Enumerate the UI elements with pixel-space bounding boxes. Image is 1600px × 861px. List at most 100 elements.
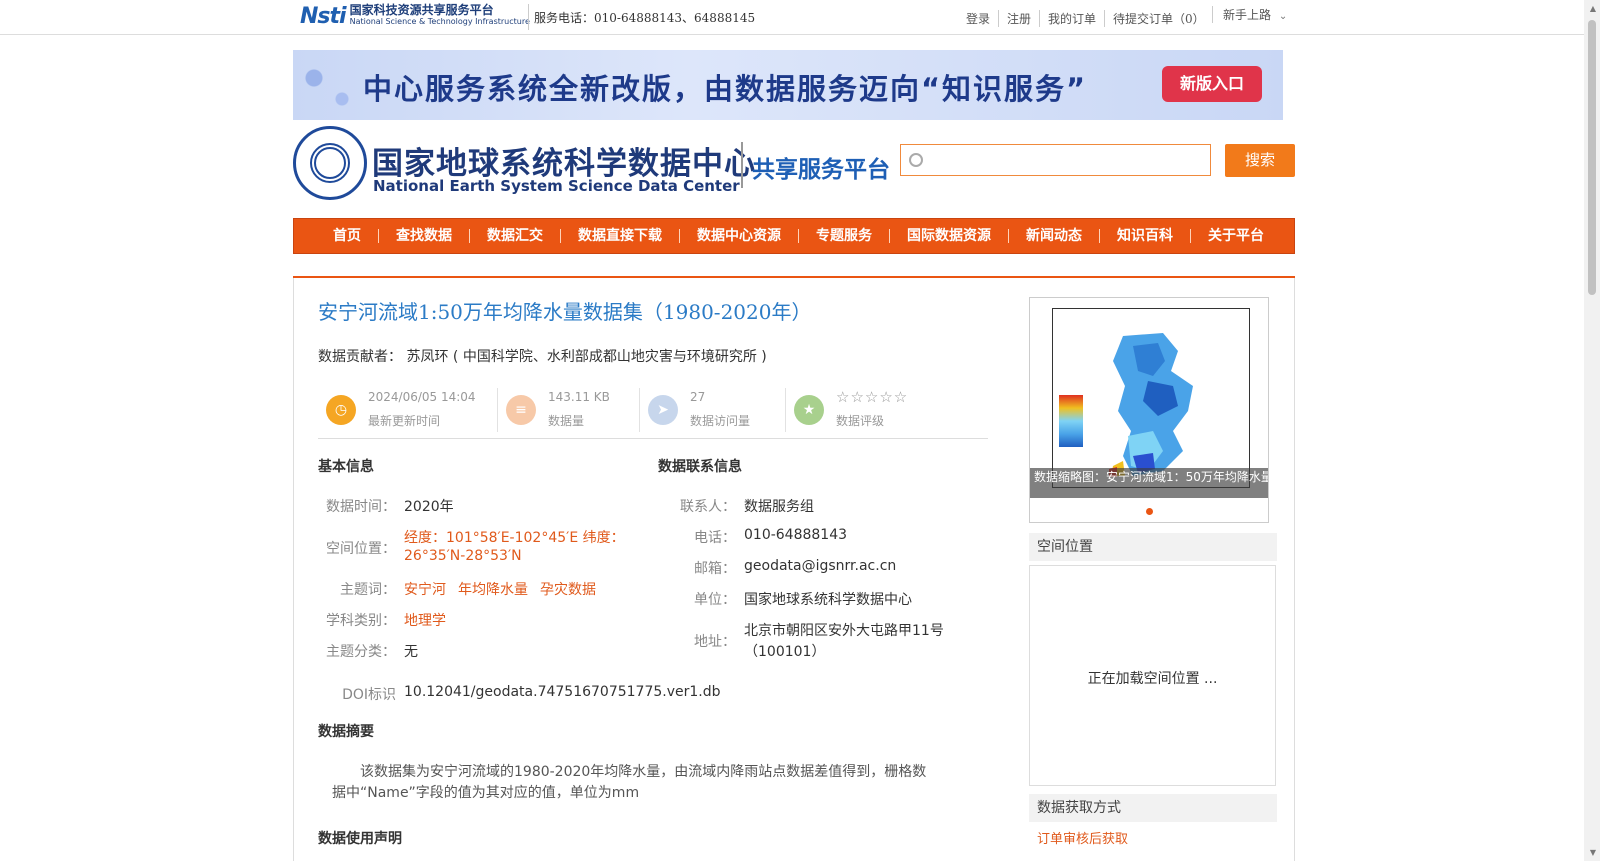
abstract-text: 该数据集为安宁河流域的1980-2020年均降水量，由流域内降雨站点数据差值得到… [332,764,927,801]
discipline-label: 学科类别： [326,613,396,629]
contact-email-label: 邮箱： [694,561,736,577]
pending-orders-link[interactable]: 待提交订单（0） [1104,10,1213,27]
dataset-title: 安宁河流域1:50万年均降水量数据集（1980-2020年） [318,300,812,324]
nsti-logo-mark: Nsti [300,3,347,29]
nsti-logo-en: National Science & Technology Infrastruc… [349,17,530,26]
nav-center-resources[interactable]: 数据中心资源 [679,229,798,243]
register-link[interactable]: 注册 [998,10,1039,27]
map-loading-text: 正在加载空间位置 ... [1087,671,1218,687]
field-contact-email: 邮箱： geodata@igsnrr.ac.cn [658,558,988,578]
page-scrollbar[interactable]: ▲ ▼ [1584,0,1600,861]
keyword-link[interactable]: 安宁河 [404,582,446,598]
basin-precipitation-image [1109,333,1193,477]
nsti-logo[interactable]: Nsti 国家科技资源共享服务平台 National Science & Tec… [300,2,530,30]
doi-label: DOI标识 [342,687,396,703]
rating-stars[interactable]: ☆☆☆☆☆ [836,388,908,406]
contact-unit-label: 单位： [694,592,736,608]
login-link[interactable]: 登录 [958,10,998,27]
newbie-guide-menu[interactable]: 新手上路 ⌄ [1212,6,1287,23]
doi-value[interactable]: 10.12041/geodata.74751670751775.ver1.db [404,684,721,700]
keywords-label: 主题词： [340,582,396,598]
thumbnail-carousel[interactable]: 数据缩略图：安宁河流域1：50万年均降水量数据… [1029,297,1269,523]
stat-visits-label: 数据访问量 [690,414,751,428]
keywords-list: 安宁河 年均降水量 孕灾数据 [404,579,608,599]
data-time-label: 数据时间： [326,499,396,515]
nav-about[interactable]: 关于平台 [1190,229,1281,243]
contact-email-value[interactable]: geodata@igsnrr.ac.cn [744,558,896,574]
nav-special-services[interactable]: 专题服务 [798,229,889,243]
spatial-location-label: 空间位置： [326,541,396,557]
stat-size: ≡ 143.11 KB 数据量 [498,386,640,432]
spatial-location-value-1: 经度：101°58′E-102°45′E 纬度： [404,530,625,546]
announcement-banner[interactable]: 中心服务系统全新改版，由数据服务迈向“知识服务” 新版入口 [293,50,1283,120]
contact-unit-value: 国家地球系统科学数据中心 [744,592,912,608]
new-version-button[interactable]: 新版入口 [1162,66,1262,102]
scroll-down-icon[interactable]: ▼ [1590,848,1596,857]
nsti-logo-text: 国家科技资源共享服务平台 National Science & Technolo… [350,4,530,28]
contributor-value: 苏凤环 ( 中国科学院、水利部成都山地灾害与环境研究所 ) [406,349,767,365]
cursor-icon: ➤ [648,395,678,425]
star-icon: ★ [794,395,824,425]
data-time-value: 2020年 [404,499,454,515]
nav-international-resources[interactable]: 国际数据资源 [889,229,1008,243]
spatial-map[interactable]: 正在加载空间位置 ... [1029,565,1276,786]
clock-icon: ◷ [326,395,356,425]
center-emblem-logo[interactable] [293,126,367,200]
search-button[interactable]: 搜索 [1225,144,1295,177]
field-spatial-location: 空间位置： 经度：101°58′E-102°45′E 纬度： 26°35′N-2… [318,527,638,571]
contact-person-label: 联系人： [680,499,736,515]
stat-rating: ★ ☆☆☆☆☆ 数据评级 [786,386,986,432]
field-discipline: 学科类别： 地理学 [318,610,638,630]
search-box [900,144,1211,176]
nav-home[interactable]: 首页 [316,229,378,243]
platform-name: 共享服务平台 [752,157,890,183]
center-name-en: National Earth System Science Data Cente… [373,177,740,195]
spatial-location-heading: 空间位置 [1029,533,1277,561]
nav-direct-download[interactable]: 数据直接下载 [560,229,679,243]
abstract-heading: 数据摘要 [318,724,374,740]
search-input[interactable] [927,147,1209,175]
stat-visits: ➤ 27 数据访问量 [640,386,786,432]
stat-updated-value: 2024/06/05 14:04 [368,390,476,404]
keyword-link[interactable]: 年均降水量 [458,582,528,598]
contact-phone-value: 010-64888143 [744,527,848,543]
stat-visits-value: 27 [690,390,706,404]
contact-phone-label: 电话： [694,530,736,546]
field-category: 主题分类： 无 [318,641,638,661]
contact-person-value: 数据服务组 [744,499,814,515]
usage-heading: 数据使用声明 [318,831,402,847]
content-top-border [293,276,1295,278]
order-review-link[interactable]: 订单审核后获取 [1037,828,1128,847]
basic-info-heading: 基本信息 [318,459,374,475]
contact-info-heading: 数据联系信息 [658,459,742,475]
category-label: 主题分类： [326,644,396,660]
top-bar: Nsti 国家科技资源共享服务平台 National Science & Tec… [0,0,1584,35]
field-data-time: 数据时间： 2020年 [318,496,638,516]
user-links: 登录 注册 我的订单 待提交订单（0） [958,10,1213,27]
nav-news[interactable]: 新闻动态 [1008,229,1099,243]
field-contact-person: 联系人： 数据服务组 [658,496,988,516]
field-contact-address: 地址： 北京市朝阳区安外大屯路甲11号 （100101） [658,620,988,664]
contact-address-value-1: 北京市朝阳区安外大屯路甲11号 [744,623,944,639]
contact-address-label: 地址： [694,634,736,650]
stat-updated-label: 最新更新时间 [368,414,441,428]
newbie-guide-label: 新手上路 [1223,8,1272,22]
keyword-link[interactable]: 孕灾数据 [540,582,596,598]
spatial-location-value-2: 26°35′N-28°53′N [404,548,522,564]
nav-knowledge[interactable]: 知识百科 [1099,229,1190,243]
content-frame-left [293,278,294,861]
main-nav: 首页 查找数据 数据汇交 数据直接下载 数据中心资源 专题服务 国际数据资源 新… [293,218,1295,254]
nav-find-data[interactable]: 查找数据 [378,229,469,243]
banner-decoration [293,50,363,120]
my-orders-link[interactable]: 我的订单 [1039,10,1104,27]
nav-data-submission[interactable]: 数据汇交 [469,229,560,243]
scroll-thumb[interactable] [1588,20,1596,295]
service-phone: 服务电话：010-64888143、64888145 [534,11,756,25]
discipline-link[interactable]: 地理学 [404,610,446,630]
layers-icon: ≡ [506,395,536,425]
scroll-up-icon[interactable]: ▲ [1590,4,1596,13]
carousel-dot[interactable] [1146,508,1153,515]
contact-address-value-2: （100101） [744,644,826,660]
search-icon [909,153,923,167]
field-contact-phone: 电话： 010-64888143 [658,527,988,547]
